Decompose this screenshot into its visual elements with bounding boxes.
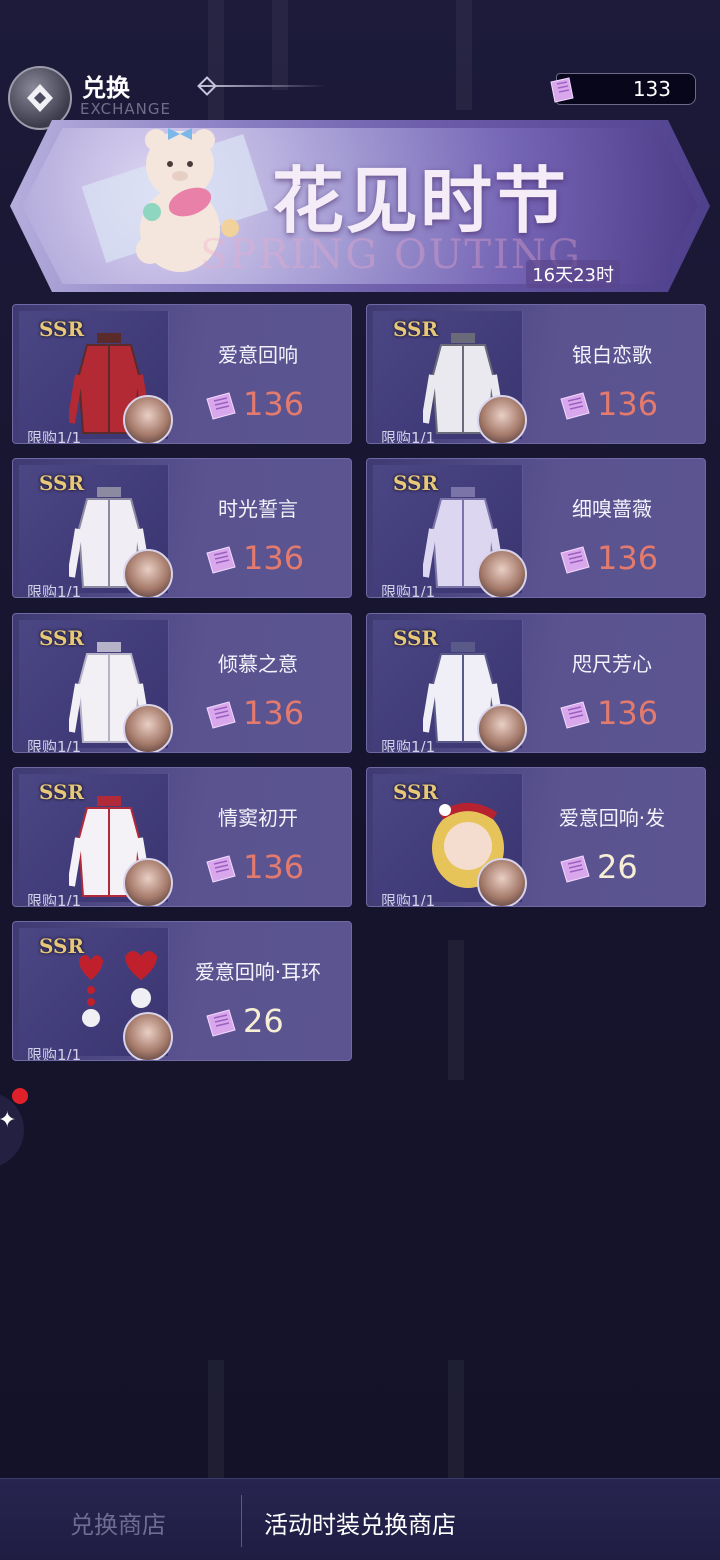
purchase-limit: 限购1/1 — [27, 429, 82, 444]
item-name: 爱意回响·耳环 — [194, 960, 322, 984]
avatar — [477, 704, 527, 752]
item-price: 136 — [243, 694, 305, 732]
item-name: 咫尺芳心 — [572, 652, 652, 676]
avatar — [477, 549, 527, 597]
item-name: 爱意回响 — [218, 343, 298, 367]
item-thumbnail: SSR 限购1/1 — [19, 774, 173, 906]
item-price: 26 — [243, 1002, 284, 1040]
item-name: 银白恋歌 — [572, 343, 652, 367]
ticket-icon — [203, 1008, 239, 1042]
purchase-limit: 限购1/1 — [27, 583, 82, 598]
item-price: 136 — [597, 694, 659, 732]
item-price: 136 — [597, 385, 659, 423]
item-thumbnail: SSR 限购1/1 — [373, 774, 527, 906]
item-price: 136 — [243, 385, 305, 423]
bottom-tab-bar: 兑换商店 活动时装兑换商店 — [0, 1478, 720, 1560]
item-name: 时光誓言 — [218, 497, 298, 521]
ticket-icon — [203, 700, 239, 734]
item-name: 倾慕之意 — [218, 652, 298, 676]
avatar — [123, 1012, 173, 1060]
light-streak — [448, 1360, 464, 1480]
item-thumbnail: SSR 限购1/1 — [373, 465, 527, 597]
event-timer: 16天23时 — [526, 260, 620, 288]
avatar — [123, 395, 173, 443]
item-card[interactable]: SSR 限购1/1 情窦初开 136 — [12, 767, 352, 907]
page-title: 兑换 — [82, 74, 130, 102]
light-streak — [448, 940, 464, 1080]
tab-divider — [241, 1495, 242, 1547]
item-card[interactable]: SSR 限购1/1 细嗅蔷薇 136 — [366, 458, 706, 598]
ticket-icon — [557, 854, 593, 888]
page-subtitle: EXCHANGE — [80, 100, 171, 118]
currency-counter[interactable]: 133 — [550, 73, 696, 105]
avatar — [123, 549, 173, 597]
notification-dot — [12, 1088, 28, 1104]
item-name: 情窦初开 — [218, 806, 298, 830]
avatar — [123, 704, 173, 752]
item-thumbnail: SSR 限购1/1 — [373, 620, 527, 752]
ticket-icon — [557, 391, 593, 425]
avatar — [123, 858, 173, 906]
item-thumbnail: SSR 限购1/1 — [19, 311, 173, 443]
ticket-icon — [203, 545, 239, 579]
decor-line — [198, 85, 326, 87]
purchase-limit: 限购1/1 — [27, 738, 82, 753]
sparkle-icon: ✦ — [0, 1108, 17, 1133]
purchase-limit: 限购1/1 — [27, 892, 82, 907]
item-price: 136 — [597, 539, 659, 577]
ticket-icon — [550, 77, 574, 103]
ticket-icon — [557, 700, 593, 734]
avatar — [477, 858, 527, 906]
item-card[interactable]: SSR 限购1/1 咫尺芳心 136 — [366, 613, 706, 753]
item-thumbnail: SSR 限购1/1 — [373, 311, 527, 443]
item-price: 136 — [243, 848, 305, 886]
item-card[interactable]: SSR 限购1/1 倾慕之意 136 — [12, 613, 352, 753]
item-card[interactable]: SSR 限购1/1 爱意回响 136 — [12, 304, 352, 444]
currency-value: 133 — [632, 77, 671, 101]
ticket-icon — [203, 391, 239, 425]
avatar — [477, 395, 527, 443]
purchase-limit: 限购1/1 — [27, 1046, 82, 1061]
item-price: 26 — [597, 848, 638, 886]
ticket-icon — [557, 545, 593, 579]
event-banner[interactable]: 花见时节 SPRING OUTING 16天23时 — [10, 120, 710, 292]
item-thumbnail: SSR 限购1/1 — [19, 465, 173, 597]
purchase-limit: 限购1/1 — [381, 738, 436, 753]
tab-event-outfit-shop[interactable]: 活动时装兑换商店 — [264, 1505, 456, 1540]
item-card[interactable]: SSR 限购1/1 时光誓言 136 — [12, 458, 352, 598]
item-thumbnail: SSR 限购1/1 — [19, 620, 173, 752]
item-name: 细嗅蔷薇 — [572, 497, 652, 521]
item-name: 爱意回响·发 — [558, 806, 666, 830]
item-price: 136 — [243, 539, 305, 577]
item-card[interactable]: SSR 限购1/1 爱意回响·耳环 26 — [12, 921, 352, 1061]
purchase-limit: 限购1/1 — [381, 583, 436, 598]
purchase-limit: 限购1/1 — [381, 429, 436, 444]
ticket-icon — [203, 854, 239, 888]
tab-exchange-shop[interactable]: 兑换商店 — [70, 1505, 166, 1540]
item-card[interactable]: SSR 限购1/1 爱意回响·发 26 — [366, 767, 706, 907]
purchase-limit: 限购1/1 — [381, 892, 436, 907]
light-streak — [208, 1360, 224, 1480]
item-thumbnail: SSR 限购1/1 — [19, 928, 173, 1060]
banner-subtitle: SPRING OUTING — [200, 232, 582, 278]
item-card[interactable]: SSR 限购1/1 银白恋歌 136 — [366, 304, 706, 444]
exchange-logo-icon — [27, 84, 53, 112]
